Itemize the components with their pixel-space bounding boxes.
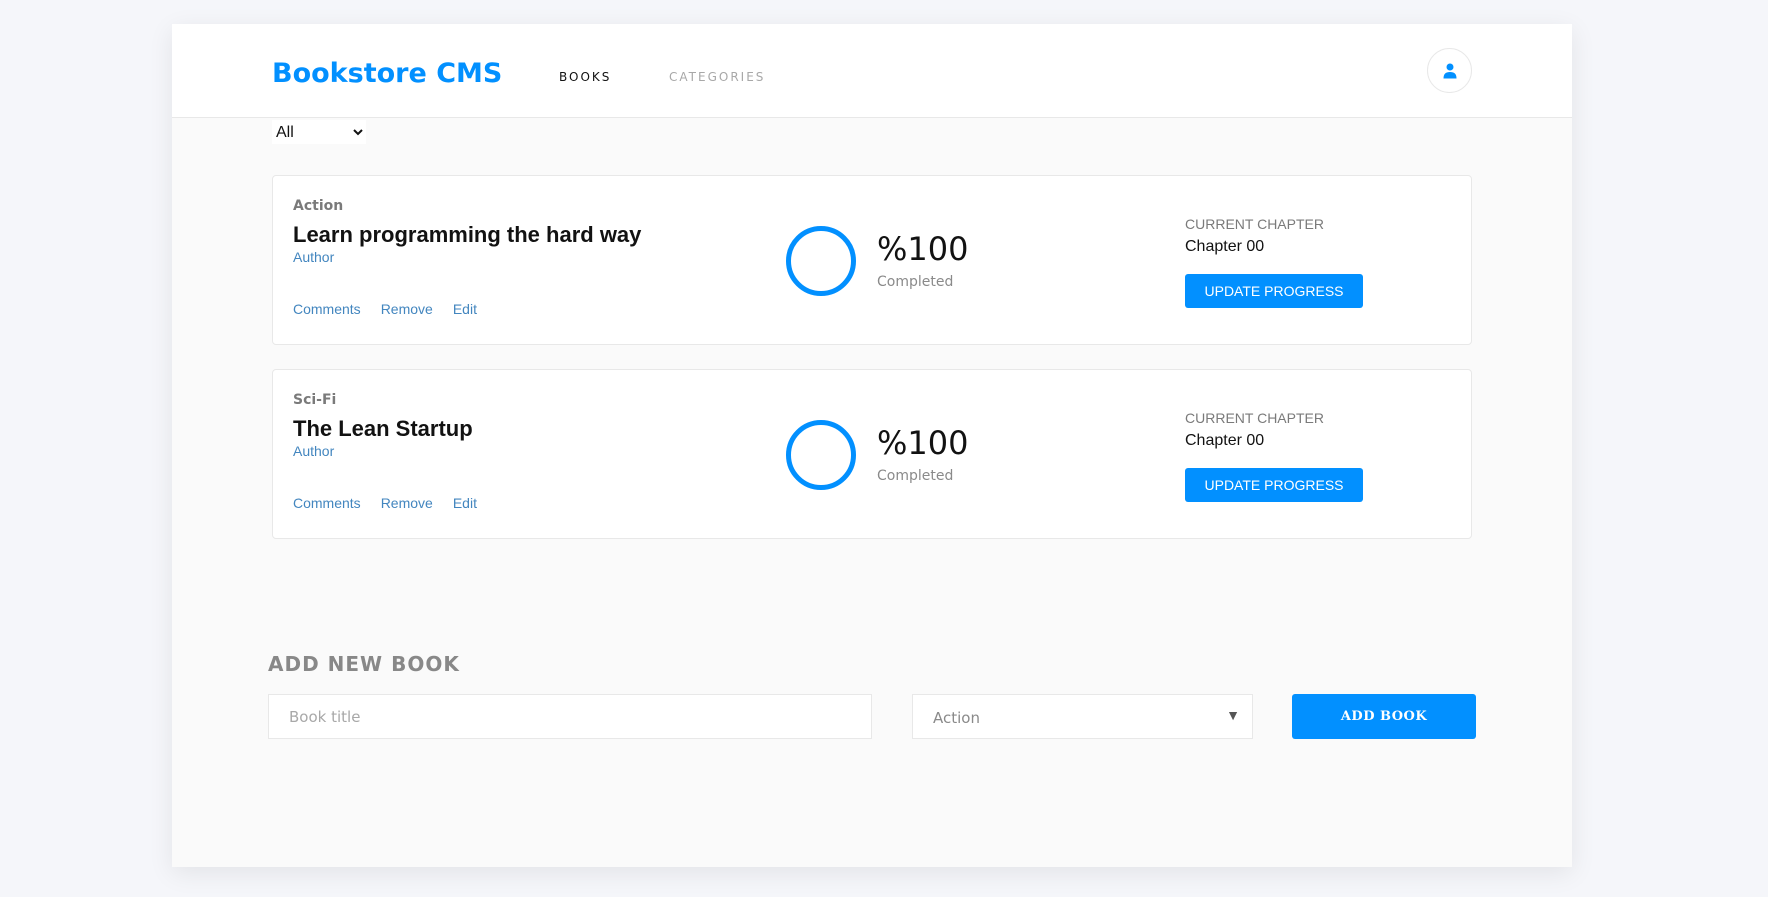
chevron-down-icon: ▼ — [1226, 707, 1240, 723]
user-button[interactable] — [1427, 48, 1472, 93]
progress-ring — [786, 420, 856, 490]
book-author[interactable]: Author — [293, 443, 334, 459]
current-chapter-value: Chapter 00 — [1185, 238, 1265, 255]
header: Bookstore CMS BOOKS CATEGORIES — [172, 24, 1572, 118]
progress-percent: %100 — [877, 230, 969, 268]
nav-books[interactable]: BOOKS — [559, 70, 611, 84]
book-title-input[interactable] — [268, 694, 872, 739]
book-actions: Comments Remove Edit — [293, 495, 477, 511]
comments-link[interactable]: Comments — [293, 495, 361, 511]
category-select-value: Action — [933, 709, 980, 727]
book-title: Learn programming the hard way — [293, 222, 642, 247]
update-progress-button[interactable]: UPDATE PROGRESS — [1185, 468, 1363, 502]
nav-categories[interactable]: CATEGORIES — [669, 70, 765, 84]
main-panel: Bookstore CMS BOOKS CATEGORIES All Actio… — [172, 24, 1572, 867]
progress-completed-label: Completed — [877, 274, 954, 290]
update-progress-button[interactable]: UPDATE PROGRESS — [1185, 274, 1363, 308]
app-logo[interactable]: Bookstore CMS — [272, 58, 502, 89]
book-title: The Lean Startup — [293, 416, 473, 441]
category-select[interactable]: Action ▼ — [912, 694, 1253, 739]
remove-link[interactable]: Remove — [381, 495, 433, 511]
edit-link[interactable]: Edit — [453, 301, 477, 317]
book-actions: Comments Remove Edit — [293, 301, 477, 317]
progress-percent: %100 — [877, 424, 969, 462]
book-card: Sci-Fi The Lean Startup Author Comments … — [272, 369, 1472, 539]
progress-ring — [786, 226, 856, 296]
book-genre: Action — [293, 198, 344, 214]
book-genre: Sci-Fi — [293, 392, 337, 408]
add-book-button[interactable]: ADD BOOK — [1292, 694, 1476, 739]
book-card: Action Learn programming the hard way Au… — [272, 175, 1472, 345]
add-book-heading: ADD NEW BOOK — [268, 652, 460, 676]
category-filter-select[interactable]: All — [272, 120, 366, 144]
user-icon — [1443, 63, 1456, 78]
comments-link[interactable]: Comments — [293, 301, 361, 317]
progress-completed-label: Completed — [877, 468, 954, 484]
current-chapter-label: CURRENT CHAPTER — [1185, 410, 1324, 426]
book-author[interactable]: Author — [293, 249, 334, 265]
current-chapter-value: Chapter 00 — [1185, 432, 1265, 449]
edit-link[interactable]: Edit — [453, 495, 477, 511]
current-chapter-label: CURRENT CHAPTER — [1185, 216, 1324, 232]
remove-link[interactable]: Remove — [381, 301, 433, 317]
